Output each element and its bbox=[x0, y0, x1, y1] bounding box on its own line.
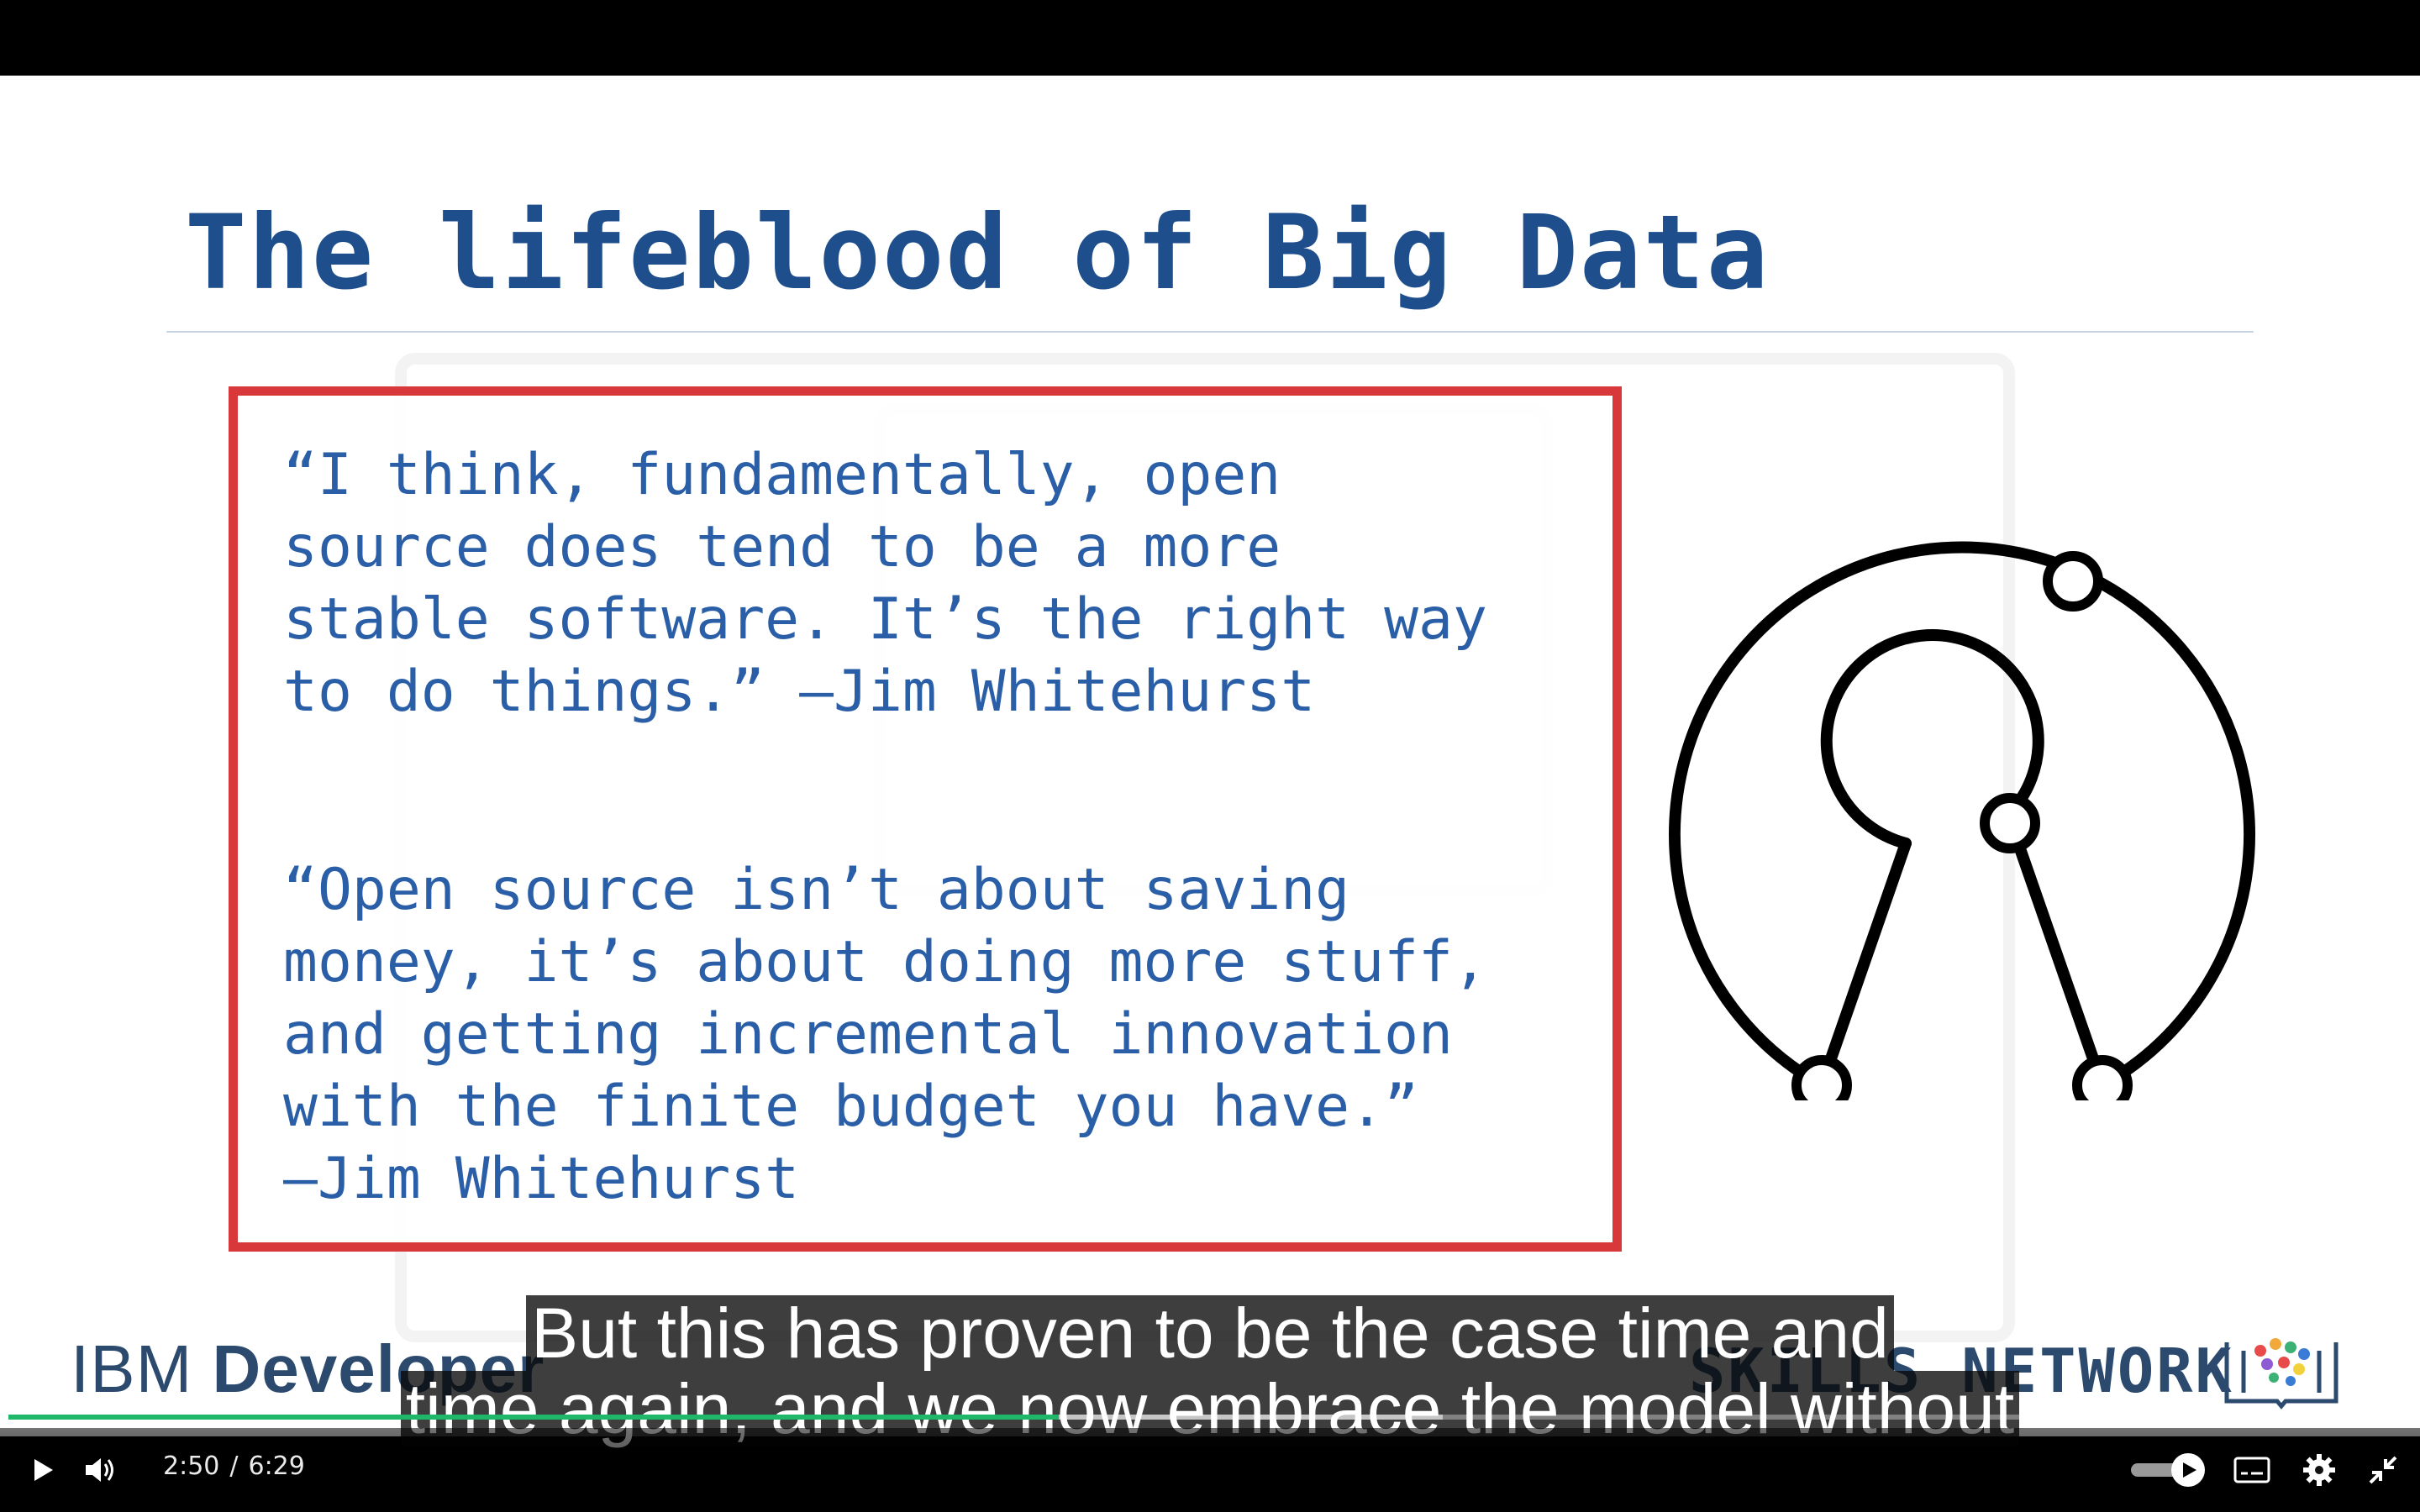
caption-line: But this has proven to be the case time … bbox=[526, 1295, 1894, 1371]
progress-buffered bbox=[1058, 1415, 1444, 1420]
video-frame[interactable]: The lifeblood of Big Data “I think, fund… bbox=[0, 76, 2420, 1436]
progress-bar[interactable] bbox=[8, 1415, 2412, 1420]
volume-button[interactable] bbox=[76, 1445, 126, 1495]
subtitles-icon bbox=[2233, 1457, 2270, 1483]
quote-text: “I think, fundamentally, open source doe… bbox=[283, 442, 1487, 725]
current-time: 2:50 bbox=[163, 1452, 220, 1481]
gear-icon bbox=[2303, 1454, 2335, 1486]
slide-title: The lifeblood of Big Data bbox=[185, 193, 1770, 312]
quote-text: “Open source isn’t about saving money, i… bbox=[283, 857, 1487, 1212]
video-player[interactable]: The lifeblood of Big Data “I think, fund… bbox=[0, 0, 2420, 1512]
quote-box: “I think, fundamentally, open source doe… bbox=[229, 386, 1622, 1252]
captions-overlay: But this has proven to be the case time … bbox=[0, 1295, 2420, 1446]
player-controls: 2:50 / 6:29 bbox=[0, 1415, 2420, 1512]
subtitles-button[interactable] bbox=[2227, 1445, 2277, 1495]
volume-icon bbox=[86, 1458, 113, 1482]
play-button[interactable] bbox=[17, 1445, 67, 1495]
time-display: 2:50 / 6:29 bbox=[158, 1452, 310, 1481]
title-divider bbox=[166, 331, 2254, 333]
progress-played bbox=[8, 1415, 1059, 1420]
exit-fullscreen-icon bbox=[2369, 1456, 2397, 1484]
toggle-icon bbox=[2131, 1453, 2205, 1487]
exit-fullscreen-button[interactable] bbox=[2358, 1445, 2408, 1495]
settings-button[interactable] bbox=[2294, 1445, 2344, 1495]
captions-toggle[interactable] bbox=[2126, 1445, 2210, 1495]
duration: 6:29 bbox=[248, 1452, 305, 1481]
open-source-logo-icon bbox=[1669, 541, 2255, 1100]
time-separator: / bbox=[229, 1452, 239, 1481]
play-icon bbox=[34, 1459, 53, 1481]
